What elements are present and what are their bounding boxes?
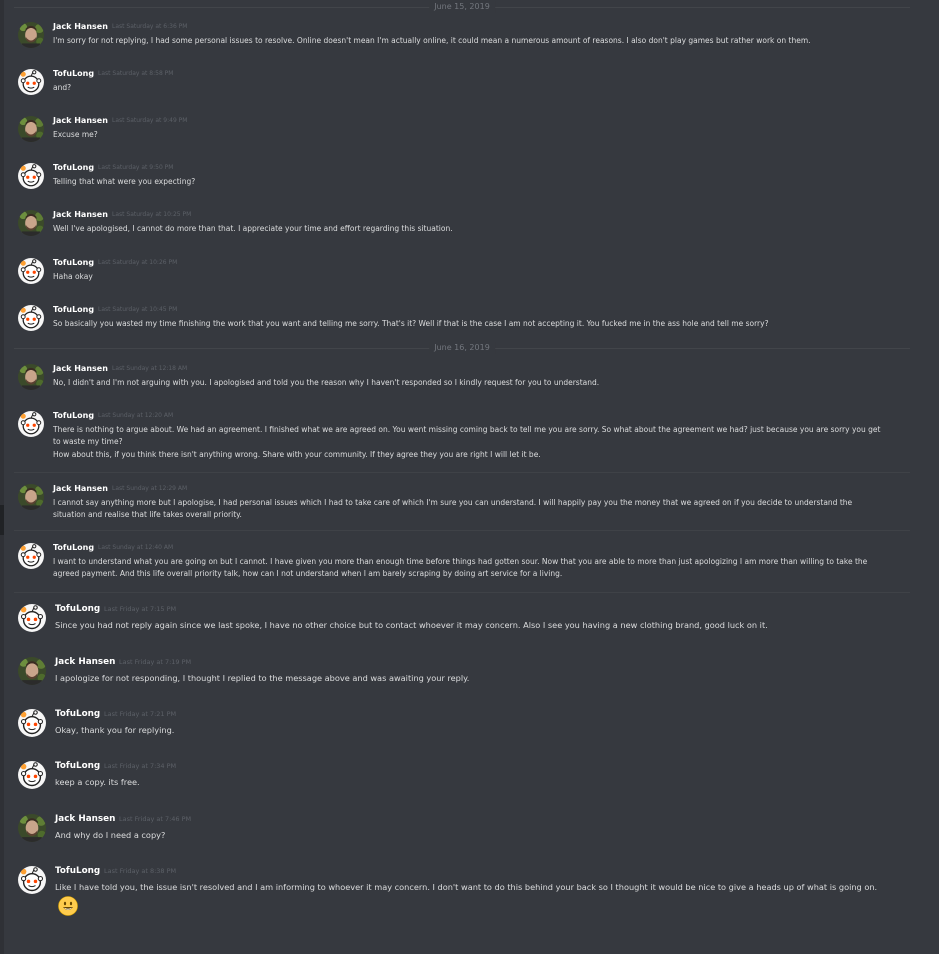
jack-hansen-avatar-icon[interactable] <box>18 210 44 236</box>
message-username[interactable]: Jack Hansen <box>53 116 108 125</box>
message-timestamp: Last Saturday at 9:50 PM <box>98 164 174 171</box>
smiley-emoji-icon <box>58 896 78 916</box>
message-timestamp: Last Friday at 7:46 PM <box>119 815 192 823</box>
message-username[interactable]: Jack Hansen <box>53 364 108 373</box>
reddit-snoo-avatar-icon[interactable] <box>18 305 44 331</box>
message-text: I'm sorry for not replying, I had some p… <box>53 36 811 45</box>
message-timestamp: Last Saturday at 10:25 PM <box>112 211 192 218</box>
date-divider-label: June 15, 2019 <box>429 1 495 13</box>
jack-hansen-avatar-icon[interactable] <box>18 364 44 390</box>
message-text: And why do I need a copy? <box>55 830 166 840</box>
message-timestamp: Last Saturday at 6:36 PM <box>112 23 188 30</box>
jack-hansen-avatar-icon[interactable] <box>18 484 44 510</box>
message-timestamp: Last Sunday at 12:18 AM <box>112 365 188 372</box>
scroll-thumb[interactable] <box>0 505 4 535</box>
message-separator <box>14 472 910 473</box>
jack-hansen-avatar-icon[interactable] <box>18 657 46 685</box>
reddit-snoo-avatar-icon[interactable] <box>18 163 44 189</box>
message-username[interactable]: TofuLong <box>55 604 100 614</box>
message-text: How about this, if you think there isn't… <box>53 450 541 459</box>
message-username[interactable]: TofuLong <box>53 411 94 420</box>
message-username[interactable]: Jack Hansen <box>55 814 115 824</box>
message-timestamp: Last Friday at 7:34 PM <box>104 762 177 770</box>
message-timestamp: Last Saturday at 8:58 PM <box>98 70 174 77</box>
message-text: I want to understand what you are going … <box>53 557 868 578</box>
date-divider: June 15, 2019 <box>14 1 910 13</box>
message-username[interactable]: TofuLong <box>53 305 94 314</box>
message-timestamp: Last Sunday at 12:20 AM <box>98 412 174 419</box>
jack-hansen-avatar-icon[interactable] <box>18 22 44 48</box>
message-timestamp: Last Saturday at 10:26 PM <box>98 259 178 266</box>
message-text: Like I have told you, the issue isn't re… <box>55 882 878 892</box>
message-username[interactable]: TofuLong <box>53 258 94 267</box>
reddit-snoo-avatar-icon[interactable] <box>18 709 46 737</box>
message-username[interactable]: Jack Hansen <box>55 657 115 667</box>
message-timestamp: Last Saturday at 9:49 PM <box>112 117 188 124</box>
message-text: I apologize for not responding, I though… <box>55 673 470 683</box>
message-timestamp: Last Sunday at 12:40 AM <box>98 544 174 551</box>
date-divider-label: June 16, 2019 <box>429 342 495 354</box>
message-username[interactable]: TofuLong <box>55 866 100 876</box>
message-timestamp: Last Friday at 7:15 PM <box>104 605 177 613</box>
message-text: I cannot say anything more but I apologi… <box>53 498 853 519</box>
message-username[interactable]: TofuLong <box>55 709 100 719</box>
message-text: There is nothing to argue about. We had … <box>53 425 881 446</box>
message-text: So basically you wasted my time finishin… <box>53 319 769 328</box>
chat-scroll-edge <box>0 0 4 954</box>
reddit-snoo-avatar-icon[interactable] <box>18 69 44 95</box>
reddit-snoo-avatar-icon[interactable] <box>18 543 44 569</box>
message-text: Excuse me? <box>53 130 98 139</box>
message-timestamp: Last Friday at 8:38 PM <box>104 867 177 875</box>
reddit-snoo-avatar-icon[interactable] <box>18 761 46 789</box>
reddit-snoo-avatar-icon[interactable] <box>18 258 44 284</box>
message-text: Telling that what were you expecting? <box>53 177 196 186</box>
message-separator <box>14 530 910 531</box>
message-username[interactable]: Jack Hansen <box>53 210 108 219</box>
message-text: and? <box>53 83 72 92</box>
message-text: Okay, thank you for replying. <box>55 725 175 735</box>
reddit-snoo-avatar-icon[interactable] <box>18 866 46 894</box>
message-text: Haha okay <box>53 272 93 281</box>
message-timestamp: Last Saturday at 10:45 PM <box>98 306 178 313</box>
jack-hansen-avatar-icon[interactable] <box>18 116 44 142</box>
message-text: keep a copy. its free. <box>55 777 140 787</box>
message-timestamp: Last Sunday at 12:29 AM <box>112 485 188 492</box>
message-text: Well I've apologised, I cannot do more t… <box>53 224 453 233</box>
message-username[interactable]: TofuLong <box>53 69 94 78</box>
jack-hansen-avatar-icon[interactable] <box>18 814 46 842</box>
date-divider: June 16, 2019 <box>14 342 910 354</box>
message-username[interactable]: Jack Hansen <box>53 22 108 31</box>
message-username[interactable]: TofuLong <box>53 543 94 552</box>
message-text: Since you had not reply again since we l… <box>55 620 768 630</box>
message-username[interactable]: Jack Hansen <box>53 484 108 493</box>
reddit-snoo-avatar-icon[interactable] <box>18 411 44 437</box>
message-separator <box>14 592 910 593</box>
reddit-snoo-avatar-icon[interactable] <box>18 604 46 632</box>
message-timestamp: Last Friday at 7:21 PM <box>104 710 177 718</box>
message-text: No, I didn't and I'm not arguing with yo… <box>53 378 600 387</box>
message-timestamp: Last Friday at 7:19 PM <box>119 658 192 666</box>
message-username[interactable]: TofuLong <box>53 163 94 172</box>
message-username[interactable]: TofuLong <box>55 761 100 771</box>
